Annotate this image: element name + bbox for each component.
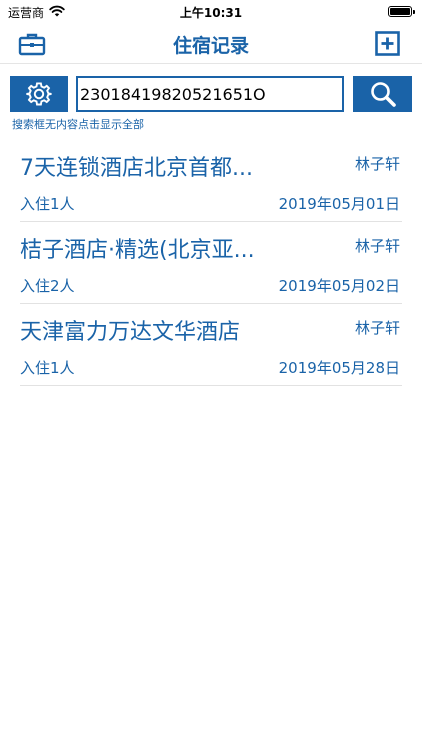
record-row[interactable]: 桔子酒店·精选(北京亚... 林子轩 入住2人 2019年05月02日 [20, 222, 402, 304]
record-hotel-name: 桔子酒店·精选(北京亚... [20, 238, 255, 263]
search-button[interactable] [353, 76, 412, 112]
record-date: 2019年05月02日 [278, 277, 400, 295]
record-hotel-name: 7天连锁酒店北京首都... [20, 156, 253, 181]
record-row[interactable]: 天津富力万达文华酒店 林子轩 入住1人 2019年05月28日 [20, 304, 402, 386]
record-row[interactable]: 7天连锁酒店北京首都... 林子轩 入住1人 2019年05月01日 [20, 140, 402, 222]
record-guest-count: 入住1人 [20, 359, 75, 377]
settings-button[interactable] [10, 76, 68, 112]
search-row [0, 74, 422, 114]
record-list: 7天连锁酒店北京首都... 林子轩 入住1人 2019年05月01日 桔子酒店·… [20, 140, 402, 386]
record-hotel-name: 天津富力万达文华酒店 [20, 320, 241, 345]
record-guest-name: 林子轩 [354, 237, 400, 255]
record-date: 2019年05月01日 [278, 195, 400, 213]
page-title: 住宿记录 [172, 35, 249, 57]
magnifier-icon [370, 82, 396, 107]
record-date: 2019年05月28日 [278, 359, 400, 377]
record-guest-count: 入住1人 [20, 195, 75, 213]
gear-icon [26, 82, 52, 106]
battery-icon [388, 6, 415, 17]
record-guest-name: 林子轩 [354, 319, 400, 337]
status-bar: 运营商 上午10:31 [0, 0, 422, 24]
plus-square-icon [375, 31, 400, 56]
nav-bar: 住宿记录 [0, 24, 422, 64]
search-input[interactable] [76, 76, 344, 112]
add-record-button[interactable] [375, 31, 400, 56]
search-hint: 搜索框无内容点击显示全部 [12, 118, 144, 131]
record-guest-name: 林子轩 [354, 155, 400, 173]
record-guest-count: 入住2人 [20, 277, 75, 295]
status-time: 上午10:31 [179, 6, 243, 20]
